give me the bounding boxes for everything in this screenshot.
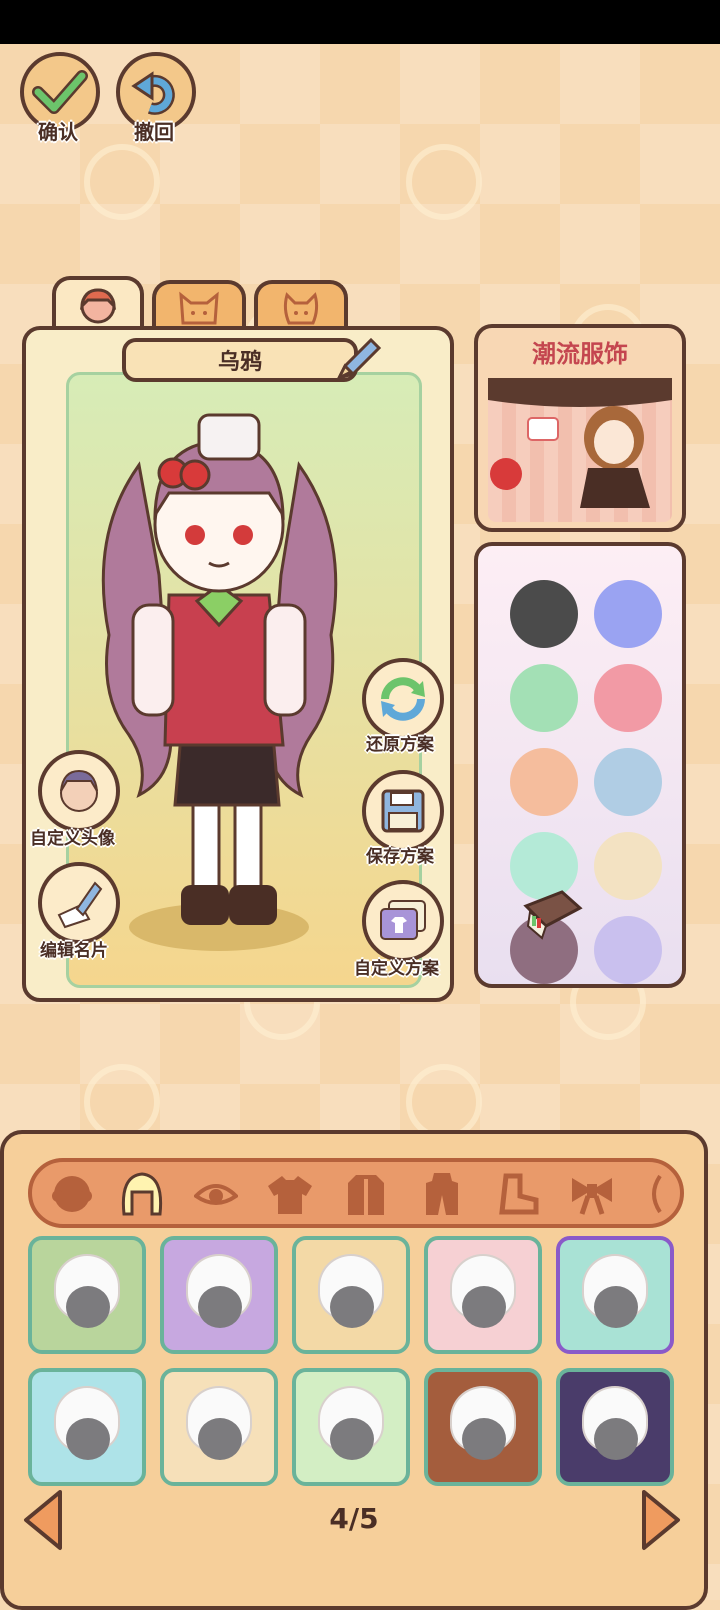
- shirt-icon: [268, 1176, 312, 1214]
- category-outfit[interactable]: [416, 1168, 468, 1220]
- next-page-arrow-icon[interactable]: [638, 1488, 684, 1552]
- floppy-disk-icon: [381, 789, 425, 833]
- refresh-icon: [381, 677, 425, 721]
- hair-item[interactable]: [160, 1236, 278, 1354]
- sun-decoration: [84, 144, 160, 220]
- category-shoes[interactable]: [492, 1168, 544, 1220]
- undo-icon: [131, 71, 175, 115]
- coat-icon: [348, 1175, 384, 1215]
- custom-avatar-button[interactable]: [38, 750, 120, 832]
- outfit-cards-icon: [380, 900, 426, 940]
- hair-item[interactable]: [424, 1236, 542, 1354]
- edit-card-label: 编辑名片: [40, 941, 108, 961]
- hair-icon: [121, 1172, 163, 1216]
- color-swatch[interactable]: [594, 580, 662, 648]
- item-selector-panel: [0, 1130, 708, 1610]
- hair-item[interactable]: [556, 1368, 674, 1486]
- undo-label: 撤回: [134, 120, 174, 144]
- tab-dog[interactable]: [254, 280, 348, 330]
- custom-scheme-button[interactable]: [362, 880, 444, 962]
- category-accessory[interactable]: [566, 1168, 618, 1220]
- paint-bucket-icon: [523, 890, 583, 940]
- character-panel: 乌鸦 自定义头像 编辑名片 还原方案 保存方案 自定义方案: [22, 326, 454, 1002]
- character-name-plate[interactable]: 乌鸦: [122, 338, 358, 382]
- girl-face-icon: [79, 288, 117, 324]
- tab-cat[interactable]: [152, 280, 246, 330]
- hair-item-selected[interactable]: [556, 1236, 674, 1354]
- hair-item[interactable]: [28, 1236, 146, 1354]
- color-swatch[interactable]: [594, 916, 662, 984]
- color-swatch[interactable]: [594, 664, 662, 732]
- category-bar: [28, 1158, 684, 1228]
- edit-card-icon: [57, 881, 103, 929]
- tab-character[interactable]: [52, 276, 144, 332]
- status-bar: [0, 0, 720, 44]
- color-swatch[interactable]: [510, 748, 578, 816]
- category-coat[interactable]: [340, 1168, 392, 1220]
- eye-icon: [194, 1184, 238, 1205]
- pencil-icon[interactable]: [331, 332, 385, 386]
- promo-illustration: [488, 378, 672, 522]
- hair-item[interactable]: [292, 1368, 410, 1486]
- custom-avatar-label: 自定义头像: [30, 829, 115, 849]
- bow-icon: [572, 1178, 612, 1215]
- avatar-icon: [60, 769, 98, 812]
- sun-decoration: [406, 144, 482, 220]
- hair-item[interactable]: [292, 1236, 410, 1354]
- checkmark-icon: [32, 70, 88, 114]
- category-hair[interactable]: [116, 1168, 168, 1220]
- color-swatch[interactable]: [594, 748, 662, 816]
- cat-face-icon: [179, 291, 219, 325]
- sun-decoration: [406, 1064, 482, 1140]
- color-swatch[interactable]: [510, 580, 578, 648]
- hair-item[interactable]: [28, 1368, 146, 1486]
- confirm-label: 确认: [38, 120, 78, 144]
- page-indicator: 4/5: [329, 1502, 379, 1535]
- color-palette: [474, 542, 686, 988]
- hair-item[interactable]: [424, 1368, 542, 1486]
- category-face[interactable]: [46, 1168, 98, 1220]
- category-top[interactable]: [264, 1168, 316, 1220]
- outfit-icon: [426, 1173, 458, 1215]
- hair-item[interactable]: [160, 1368, 278, 1486]
- dog-face-icon: [283, 292, 319, 325]
- sun-decoration: [84, 1064, 160, 1140]
- save-scheme-label: 保存方案: [366, 847, 434, 867]
- promo-character-art: [488, 378, 672, 508]
- restore-scheme-button[interactable]: [362, 658, 444, 740]
- edit-card-button[interactable]: [38, 862, 120, 944]
- category-eyes[interactable]: [190, 1168, 242, 1220]
- boot-icon: [499, 1173, 539, 1215]
- save-scheme-button[interactable]: [362, 770, 444, 852]
- scroll-more-icon[interactable]: [636, 1168, 676, 1220]
- fashion-promo-banner[interactable]: 潮流服饰: [474, 324, 686, 532]
- face-shape-icon: [52, 1176, 92, 1212]
- custom-scheme-label: 自定义方案: [354, 959, 439, 979]
- color-swatch[interactable]: [594, 832, 662, 900]
- color-swatch[interactable]: [510, 664, 578, 732]
- character-name: 乌鸦: [217, 350, 262, 375]
- promo-title: 潮流服饰: [532, 340, 628, 368]
- restore-scheme-label: 还原方案: [366, 735, 434, 755]
